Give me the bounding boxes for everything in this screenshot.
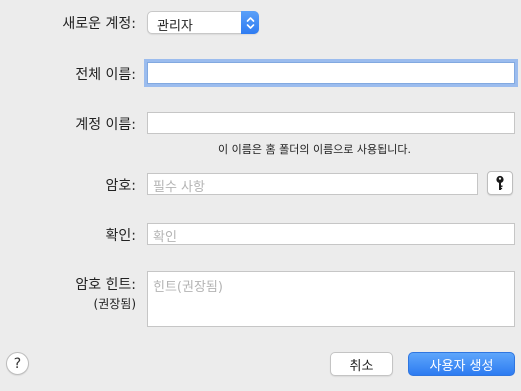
create-user-button[interactable]: 사용자 생성 [408,352,515,376]
cancel-button-label: 취소 [349,358,374,374]
chevron-updown-icon [241,11,259,34]
password-field[interactable]: 필수 사항 [147,173,478,195]
password-placeholder: 필수 사항 [153,180,205,195]
full-name-label: 전체 이름: [75,67,136,83]
verify-label: 확인: [105,228,136,244]
password-hint-placeholder: 힌트(권장됨) [153,280,223,295]
password-assistant-button[interactable] [487,171,513,195]
password-hint-field[interactable]: 힌트(권장됨) [147,271,515,327]
full-name-field[interactable] [147,62,515,84]
key-icon [496,175,504,190]
account-type-label: 새로운 계정: [62,16,136,32]
help-button[interactable]: ? [6,352,29,375]
verify-placeholder: 확인 [153,230,177,245]
account-name-hint: 이 이름은 홈 폴더의 이름으로 사용됩니다. [218,143,412,156]
account-type-popup[interactable]: 관리자 [147,11,259,34]
account-type-value: 관리자 [157,19,193,34]
account-name-field[interactable] [147,112,515,134]
password-hint-sublabel: (권장됨) [93,297,136,311]
help-icon: ? [13,355,22,372]
account-name-label: 계정 이름: [75,117,136,133]
password-label: 암호: [105,178,136,194]
password-hint-label: 암호 힌트: [75,277,136,293]
cancel-button[interactable]: 취소 [330,352,393,376]
verify-field[interactable]: 확인 [147,223,515,245]
create-user-button-label: 사용자 생성 [429,358,494,374]
new-account-sheet: 새로운 계정: 관리자 전체 이름: 계정 이름: 이 이름은 홈 폴더의 이름… [0,0,521,391]
